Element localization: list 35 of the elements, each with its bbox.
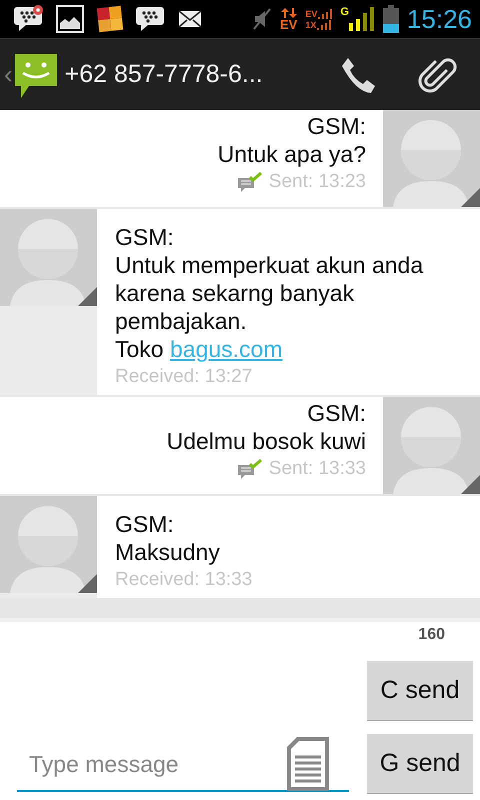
message-status: Sent: 13:33 [268, 457, 366, 481]
message-status: Sent: 13:23 [268, 170, 366, 194]
clock: 15:26 [406, 4, 472, 34]
document-icon[interactable] [287, 737, 329, 791]
phone-icon[interactable] [340, 56, 378, 94]
signal-icon [317, 20, 332, 30]
back-chevron: ‹ [4, 59, 13, 90]
sender-name: GSM: [307, 399, 366, 427]
smiley-message-icon [12, 52, 59, 98]
send-button[interactable]: G send [367, 734, 473, 794]
sender-name: GSM: [307, 112, 366, 140]
message-status: Received: 13:33 [115, 568, 252, 592]
sender-name: GSM: [115, 510, 174, 538]
network-type-label: 1X [305, 20, 316, 30]
message-text: Maksudny [115, 538, 220, 566]
network-type-label: G [340, 7, 349, 18]
network-type-label: EV [305, 10, 318, 18]
message-text: Udelmu bosok kuwi [166, 427, 366, 455]
message-text: Untuk memperkuat akun anda karena sekarng banyak pembajakan. [115, 251, 424, 335]
contact-title: +62 857-7778-6... [64, 60, 264, 89]
message-text: Toko bagus.com [115, 335, 282, 363]
signal-icon [348, 7, 375, 31]
signal-icon [318, 8, 332, 18]
sender-name: GSM: [115, 223, 174, 251]
battery-icon [382, 5, 399, 33]
network-type-label: EV [280, 18, 298, 30]
message-status: Received: 13:27 [115, 365, 252, 389]
character-counter: 160 [418, 626, 445, 644]
back-button[interactable]: ‹ [0, 52, 59, 98]
data-arrows-icon [280, 8, 297, 18]
mute-icon [252, 7, 272, 31]
send-button[interactable]: C send [367, 661, 473, 721]
message-text: Untuk apa ya? [218, 140, 366, 168]
sent-check-icon [236, 459, 263, 481]
sent-check-icon [236, 172, 263, 194]
